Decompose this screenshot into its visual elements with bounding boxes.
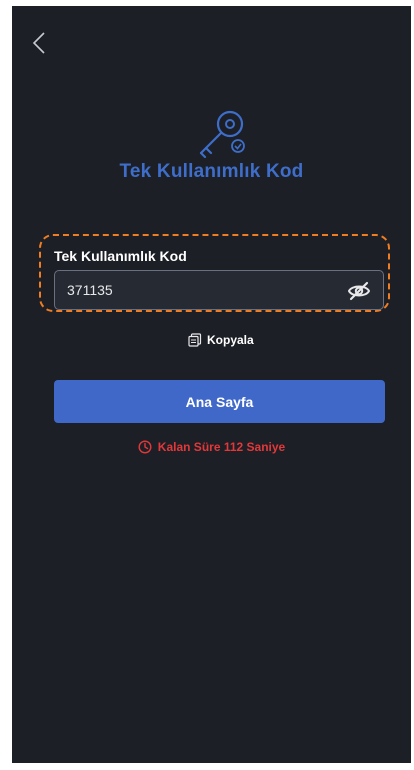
status-bar [12, 6, 411, 16]
countdown-text: Kalan Süre 112 Saniye [157, 440, 286, 454]
otp-screen: Tek Kullanımlık Kod Tek Kullanımlık Kod … [12, 6, 411, 763]
page-title: Tek Kullanımlık Kod [119, 161, 304, 182]
back-button[interactable] [26, 28, 52, 58]
copy-icon [188, 333, 202, 347]
code-value: 371135 [67, 282, 113, 298]
key-check-icon [199, 110, 245, 159]
chevron-left-icon [32, 32, 45, 54]
clock-icon [138, 440, 152, 454]
code-field[interactable]: 371135 [54, 270, 384, 310]
copy-label: Kopyala [207, 333, 254, 347]
countdown-timer: Kalan Süre 112 Saniye [12, 440, 411, 454]
eye-off-icon[interactable] [347, 279, 371, 303]
home-button[interactable]: Ana Sayfa [54, 380, 385, 423]
copy-button[interactable]: Kopyala [188, 333, 254, 347]
code-field-label: Tek Kullanımlık Kod [54, 248, 187, 264]
